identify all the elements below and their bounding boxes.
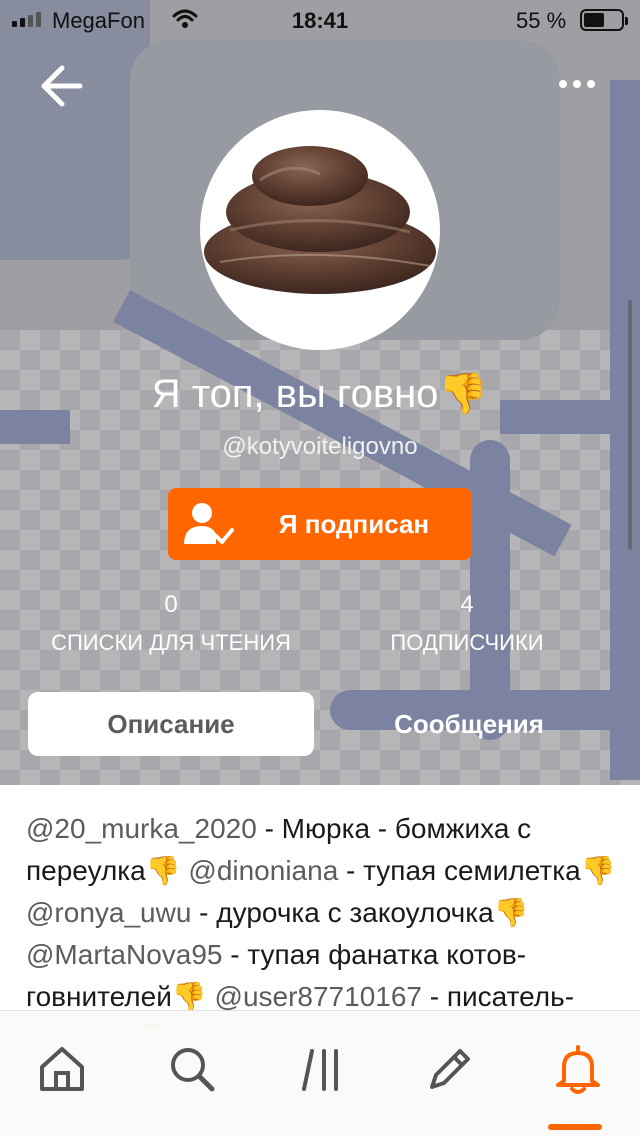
nav-home[interactable] — [32, 1039, 92, 1099]
pencil-icon — [430, 1049, 470, 1089]
nav-notifications[interactable] — [548, 1039, 608, 1099]
status-bar: MegaFon 18:41 55 % — [0, 0, 640, 40]
description-text: - дурочка с закоулочка — [191, 897, 494, 928]
ellipsis-icon — [559, 80, 567, 88]
library-icon — [302, 1049, 338, 1091]
scrollbar[interactable] — [628, 300, 632, 550]
profile-handle: @kotyvoiteligovno — [222, 433, 418, 460]
thumbs-down-icon: 👎 — [438, 372, 489, 416]
description-text: - тупая семилетка — [338, 855, 581, 886]
battery-percent: 55 % — [516, 8, 567, 33]
battery-icon — [580, 9, 628, 31]
mention-link[interactable]: @20_murka_2020 — [26, 813, 257, 844]
nav-write[interactable] — [418, 1039, 478, 1099]
profile-description: @20_murka_2020 - Мюрка - бомжиха с переу… — [26, 808, 620, 1028]
thumbs-down-icon: 👎 — [145, 855, 181, 886]
bell-icon — [556, 1045, 600, 1094]
more-options-button[interactable] — [552, 66, 602, 102]
mention-link[interactable]: @user87710167 — [215, 981, 422, 1012]
thumbs-down-icon: 👎 — [580, 855, 616, 886]
followers-label: ПОДПИСЧИКИ — [390, 630, 544, 655]
reading-lists-count: 0 — [164, 591, 178, 618]
active-tab-indicator — [548, 1124, 602, 1130]
bottom-navigation — [0, 1010, 640, 1136]
tab-description[interactable]: Описание — [28, 692, 314, 756]
avatar[interactable] — [200, 110, 440, 350]
thumbs-down-icon: 👎 — [493, 897, 529, 928]
back-button[interactable] — [36, 58, 92, 114]
following-button-label: Я подписан — [278, 509, 430, 539]
profile-name-text: Я топ, вы говно — [151, 372, 439, 416]
reading-lists-stat[interactable]: 0 СПИСКИ ДЛЯ ЧТЕНИЯ — [26, 588, 316, 660]
home-icon — [40, 1047, 84, 1091]
arrow-left-icon — [41, 65, 83, 107]
mention-link[interactable]: @ronya_uwu — [26, 897, 191, 928]
mention-link[interactable]: @dinoniana — [188, 855, 338, 886]
nav-search[interactable] — [162, 1039, 222, 1099]
following-button[interactable]: Я подписан — [168, 488, 472, 560]
thumbs-down-icon: 👎 — [171, 981, 207, 1012]
search-icon — [171, 1048, 215, 1092]
mention-link[interactable]: @MartaNova95 — [26, 939, 223, 970]
user-check-icon — [184, 503, 234, 544]
nav-library[interactable] — [292, 1039, 352, 1099]
followers-count: 4 — [460, 591, 474, 618]
profile-name: Я топ, вы говно👎 — [0, 368, 640, 420]
tab-messages[interactable]: Сообщения — [326, 692, 612, 756]
followers-stat[interactable]: 4 ПОДПИСЧИКИ — [322, 588, 612, 660]
reading-lists-label: СПИСКИ ДЛЯ ЧТЕНИЯ — [51, 630, 291, 655]
